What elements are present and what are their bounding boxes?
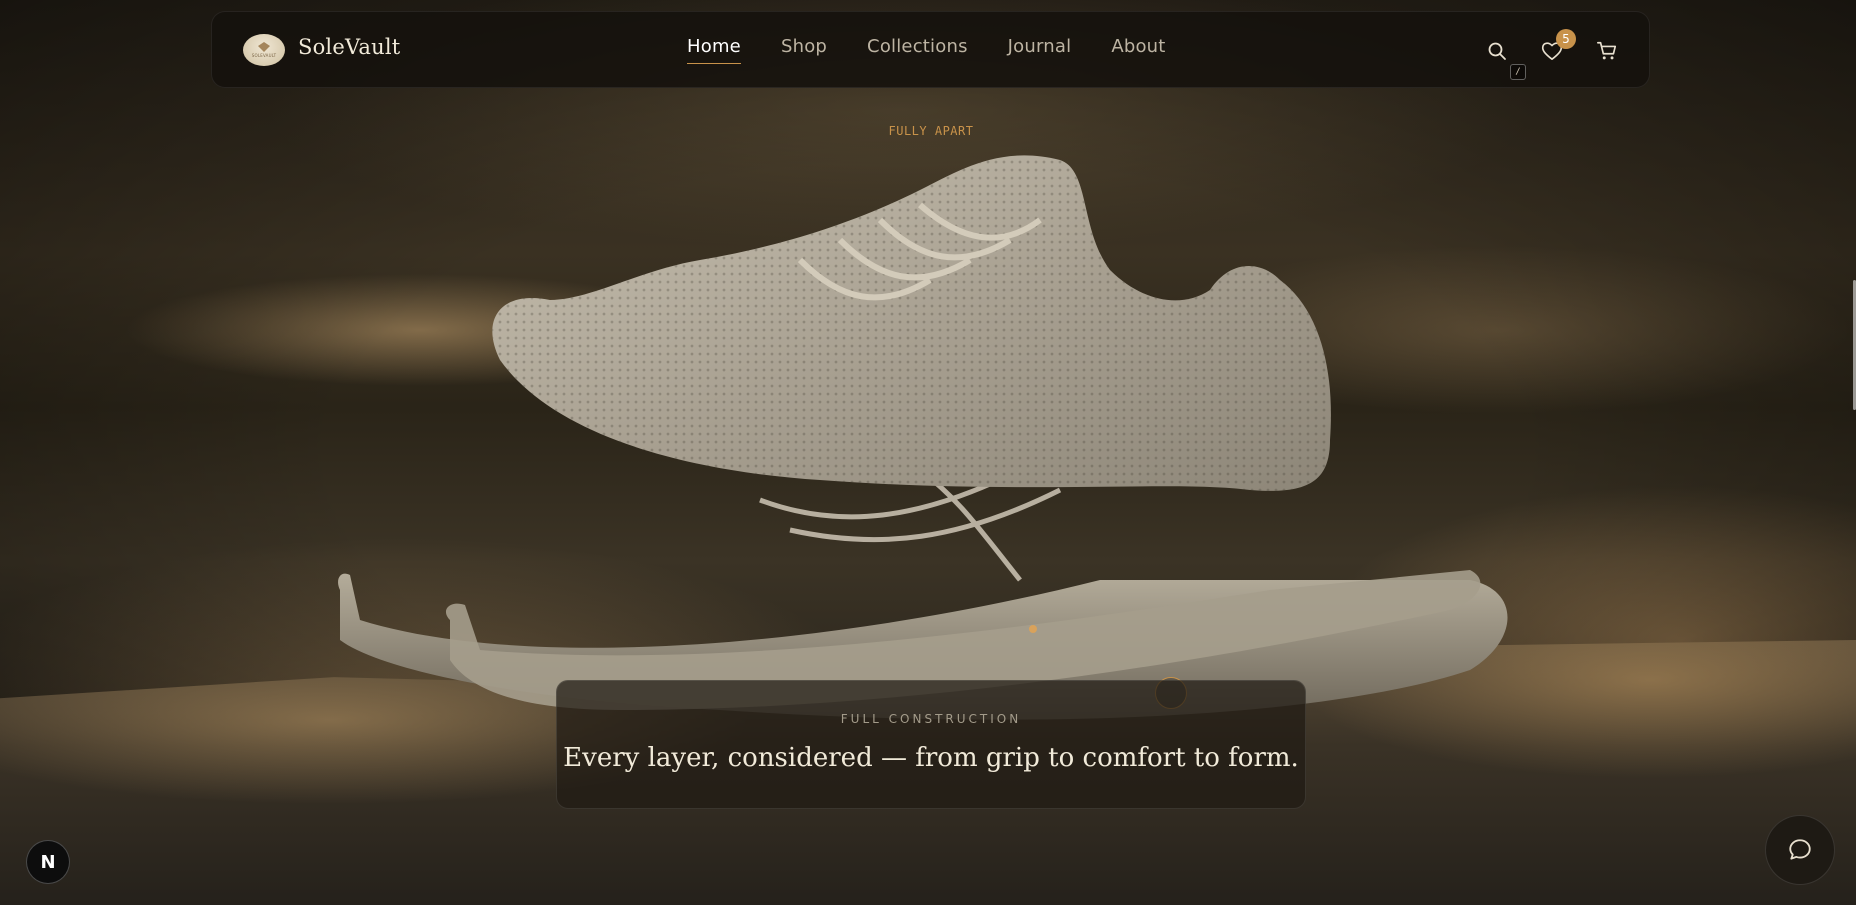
nav-collections[interactable]: Collections xyxy=(867,36,968,64)
caption-headline: Every layer, considered — from grip to c… xyxy=(563,743,1299,773)
chat-icon xyxy=(1789,839,1811,860)
hotspot-marker[interactable] xyxy=(1029,625,1037,633)
search-button[interactable] xyxy=(1484,38,1510,64)
caption-kicker: FULL CONSTRUCTION xyxy=(840,712,1022,726)
logo-gem-icon xyxy=(258,42,270,52)
nav-journal[interactable]: Journal xyxy=(1008,36,1072,64)
search-shortcut-hint: / xyxy=(1510,64,1526,80)
logo-icon[interactable]: SOLEVAULT xyxy=(243,34,285,66)
main-nav: Home Shop Collections Journal About xyxy=(687,36,1206,64)
nav-about[interactable]: About xyxy=(1111,36,1165,64)
shoe-image xyxy=(338,155,1508,720)
hero-eyebrow: FULLY APART xyxy=(888,124,974,138)
page: SOLEVAULT SoleVault Home Shop Collection… xyxy=(0,0,1856,905)
cart-button[interactable] xyxy=(1594,38,1620,64)
logo-text: SOLEVAULT xyxy=(251,53,277,58)
nav-home[interactable]: Home xyxy=(687,36,741,64)
construction-caption: FULL CONSTRUCTION Every layer, considere… xyxy=(556,680,1306,809)
brand-name[interactable]: SoleVault xyxy=(298,35,400,59)
cart-icon xyxy=(1597,41,1617,60)
nextjs-devtools-button[interactable]: N xyxy=(26,840,70,884)
nav-shop[interactable]: Shop xyxy=(781,36,827,64)
site-header: SOLEVAULT SoleVault Home Shop Collection… xyxy=(211,11,1650,88)
chat-button[interactable] xyxy=(1765,815,1835,885)
search-icon xyxy=(1488,42,1506,60)
wishlist-count-badge: 5 xyxy=(1556,29,1576,49)
